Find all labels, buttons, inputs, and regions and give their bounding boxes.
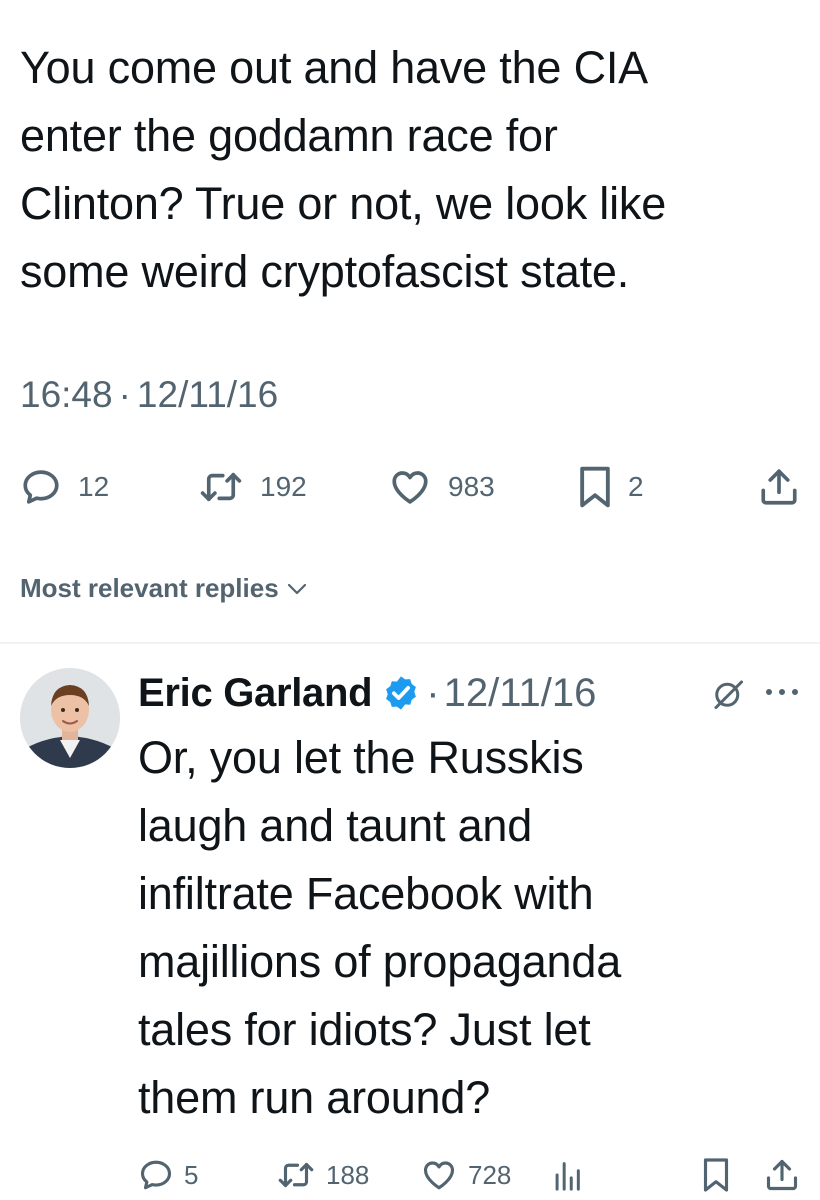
heart-icon (423, 1161, 455, 1190)
bookmark-icon (703, 1158, 729, 1192)
chevron-down-icon (287, 583, 306, 594)
reply-date[interactable]: 12/11/16 (444, 671, 597, 716)
reply-bookmark-button[interactable] (702, 1150, 730, 1200)
reply-header: Eric Garland · 12/11/16 (138, 664, 596, 722)
retweet-icon (200, 472, 242, 502)
verified-badge-icon[interactable] (382, 674, 420, 712)
bookmark-count: 2 (628, 471, 644, 502)
tweet-text: You come out and have the CIA enter the … (20, 42, 667, 297)
divider (0, 642, 820, 644)
reply-text: Or, you let the Russkis laugh and taunt … (138, 732, 622, 1123)
bookmark-button[interactable]: 2 (578, 462, 644, 512)
timestamp-separator: · (118, 374, 131, 415)
like-button[interactable]: 983 (388, 462, 495, 512)
heart-icon (392, 471, 428, 504)
reply-action-bar: 5 188 728 (0, 1150, 820, 1196)
reply-bubble-icon (140, 1160, 172, 1190)
analytics-icon (555, 1162, 580, 1191)
retweet-button[interactable]: 192 (198, 462, 307, 512)
replies-sort-label: Most relevant replies (20, 573, 279, 603)
avatar-image (20, 668, 120, 768)
share-button[interactable] (758, 462, 800, 512)
retweet-icon (278, 1162, 314, 1188)
reply-reply-button[interactable]: 5 (138, 1150, 198, 1200)
reply-button[interactable]: 12 (20, 462, 109, 512)
reply-like-button[interactable]: 728 (420, 1150, 511, 1200)
bookmark-icon (580, 466, 610, 508)
tweet-action-bar: 12 192 983 2 (0, 462, 820, 512)
reply-header-separator: · (426, 670, 440, 715)
reply-count: 12 (78, 471, 110, 502)
share-icon (761, 469, 797, 505)
replies-sort-dropdown[interactable]: Most relevant replies (20, 573, 309, 604)
reply-retweet-button[interactable]: 188 (276, 1150, 369, 1200)
reply-author-name[interactable]: Eric Garland (138, 671, 373, 716)
reply-bubble-icon (23, 470, 59, 504)
reply-reply-count: 5 (184, 1159, 199, 1190)
tweet-date: 12/11/16 (136, 374, 279, 415)
like-count: 983 (448, 471, 495, 502)
reply-analytics-button[interactable] (552, 1150, 582, 1200)
tweet-time: 16:48 (20, 374, 113, 415)
more-icon[interactable] (764, 686, 800, 698)
retweet-count: 192 (260, 471, 307, 502)
reply-retweet-count: 188 (326, 1159, 370, 1190)
reply-share-button[interactable] (764, 1150, 800, 1200)
avatar[interactable] (20, 668, 120, 768)
reply-like-count: 728 (468, 1159, 512, 1190)
tweet-timestamp[interactable]: 16:48 · 12/11/16 (20, 370, 278, 420)
share-icon (766, 1159, 798, 1191)
grok-icon[interactable] (710, 676, 746, 712)
